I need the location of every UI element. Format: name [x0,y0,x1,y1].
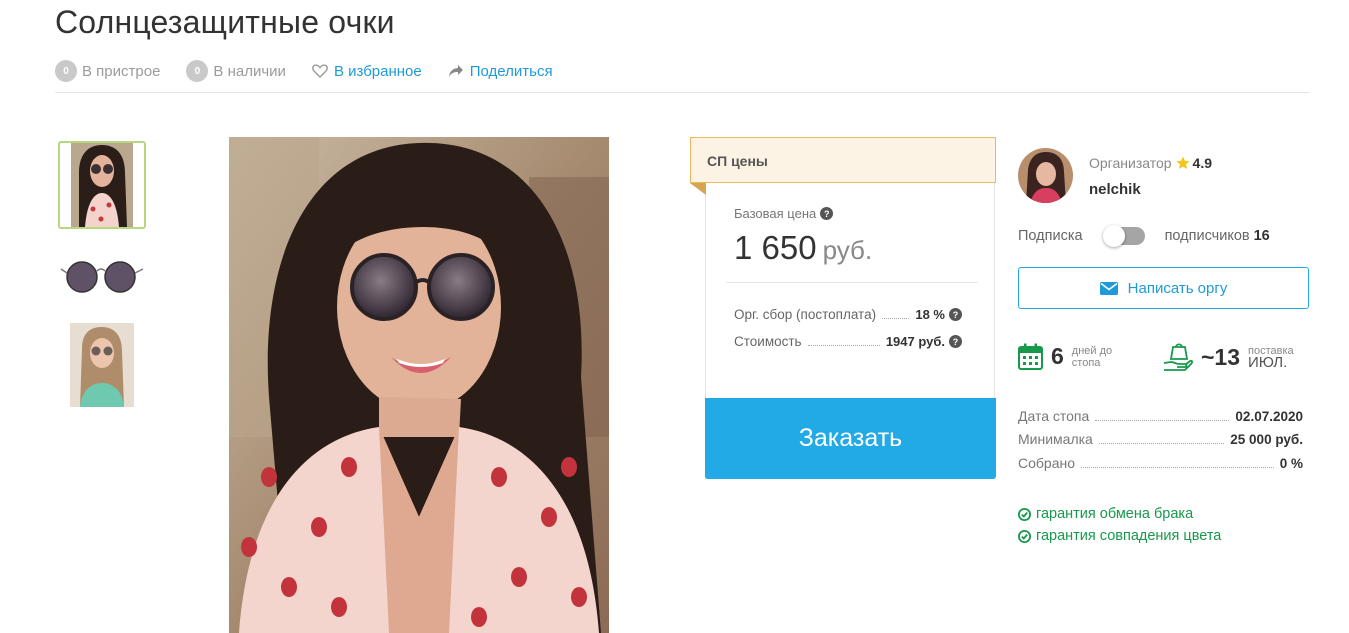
thumbnail-model-glasses[interactable] [58,141,146,229]
cost-label: Стоимость [734,334,802,349]
dotted-leader [1095,419,1230,421]
organizer-label-row: Организатор 4.9 [1089,155,1212,171]
stats-row: 6 дней до стопа ~13 поставка ИЮЛ. [1018,343,1309,377]
page-title: Солнцезащитные очки [55,4,395,40]
info-label: Минималка [1018,431,1093,447]
check-circle-icon [1018,507,1031,521]
info-value: 0 % [1279,455,1303,471]
base-price: 1 650 руб. [734,229,872,267]
heart-icon [312,64,328,78]
pristroy-count-badge: 0 [55,60,77,82]
organizer-rating: 4.9 [1175,155,1213,171]
org-fee-value-wrap: 18 % ? [915,307,962,322]
question-icon[interactable]: ? [949,308,962,321]
price-header-fold [690,183,706,195]
info-row-stop-date: Дата стопа 02.07.2020 [1018,408,1303,424]
price-divider [726,282,978,283]
favorite-button[interactable]: В избранное [312,60,422,82]
envelope-icon [1099,281,1118,295]
subscribe-toggle[interactable] [1102,225,1145,247]
toggle-knob [1102,225,1125,247]
info-value: 25 000 руб. [1230,431,1303,447]
subscribe-row: Подписка подписчиков 16 [1018,225,1309,247]
thumbnail-glasses-product[interactable] [58,231,146,319]
base-price-label-row: Базовая цена ? [734,206,834,221]
dotted-leader [807,345,880,346]
star-icon [1175,156,1190,170]
subscribe-label: Подписка [1018,228,1083,244]
delivery-hand-icon [1163,343,1193,371]
days-to-stop-value: 6 [1051,343,1064,369]
organizer-avatar[interactable] [1018,148,1073,203]
thumbnail-image [70,323,134,407]
stock-count-badge: 0 [186,60,209,82]
thumbnail-image [71,143,133,227]
share-button[interactable]: Поделиться [448,60,553,82]
base-price-currency: руб. [822,235,873,265]
info-label: Дата стопа [1018,408,1090,424]
price-card-header: СП цены [690,137,996,183]
thumbnail-list [58,141,146,411]
base-price-label: Базовая цена [734,206,817,221]
write-organizer-button[interactable]: Написать оргу [1018,267,1309,309]
share-icon [448,64,464,78]
favorite-label: В избранное [333,62,422,80]
write-organizer-label: Написать оргу [1127,279,1228,297]
price-card: СП цены Базовая цена ? 1 650 руб. Орг. сб… [690,137,996,479]
days-to-stop-caption: дней до стопа [1072,345,1112,369]
days-caption-line1: дней до [1071,344,1113,357]
info-label: Собрано [1018,455,1076,471]
thumbnail-model-blonde[interactable] [58,321,146,409]
share-label: Поделиться [469,62,553,80]
delivery-caption-line2: ИЮЛ. [1248,353,1288,371]
organizer-rating-value: 4.9 [1192,155,1213,171]
guarantee-label: гарантия совпадения цвета [1036,528,1222,544]
stock-link[interactable]: 0 В наличии [186,60,286,82]
org-fee-row: Орг. сбор (постоплата) 18 % ? [734,307,962,322]
org-fee-label: Орг. сбор (постоплата) [734,307,877,322]
delivery-value: ~13 [1201,343,1241,370]
info-row-minimum: Минималка 25 000 руб. [1018,431,1303,447]
guarantee-color-match[interactable]: гарантия совпадения цвета [1018,528,1221,544]
organizer-name[interactable]: nelchik [1089,181,1141,198]
delivery-caption: поставка ИЮЛ. [1248,345,1294,370]
cost-value-wrap: 1947 руб. ? [886,334,962,349]
days-caption-line2: стопа [1071,356,1101,369]
dotted-leader [1081,466,1274,468]
cost-value: 1947 руб. [885,334,945,349]
subscribers-count: 16 [1253,228,1270,244]
days-to-stop-stat: 6 дней до стопа [1018,343,1112,370]
question-icon[interactable]: ? [949,335,962,348]
main-product-photo[interactable] [229,137,609,633]
org-fee-value: 18 % [915,307,945,322]
organizer-label: Организатор [1089,155,1172,171]
main-photo-image [229,137,609,633]
base-price-value: 1 650 [734,229,817,266]
guarantee-label: гарантия обмена брака [1036,506,1194,522]
thumbnail-image [60,255,144,295]
question-icon[interactable]: ? [820,207,834,220]
info-row-collected: Собрано 0 % [1018,455,1303,471]
delivery-stat: ~13 поставка ИЮЛ. [1163,343,1294,371]
guarantee-defect-exchange[interactable]: гарантия обмена брака [1018,506,1193,522]
pristroy-link[interactable]: 0 В пристрое [55,60,160,82]
check-circle-icon [1018,529,1031,543]
dotted-leader [882,318,910,319]
product-meta-bar: 0 В пристрое 0 В наличии В избранное Под… [55,60,1309,93]
subscribers-label: подписчиков [1164,228,1250,244]
cost-row: Стоимость 1947 руб. ? [734,334,962,349]
info-value: 02.07.2020 [1235,408,1303,424]
dotted-leader [1098,442,1225,444]
calendar-icon [1018,343,1043,370]
avatar-image [1018,148,1073,203]
order-button[interactable]: Заказать [705,398,996,479]
stock-label: В наличии [213,62,286,80]
pristroy-label: В пристрое [82,62,161,80]
